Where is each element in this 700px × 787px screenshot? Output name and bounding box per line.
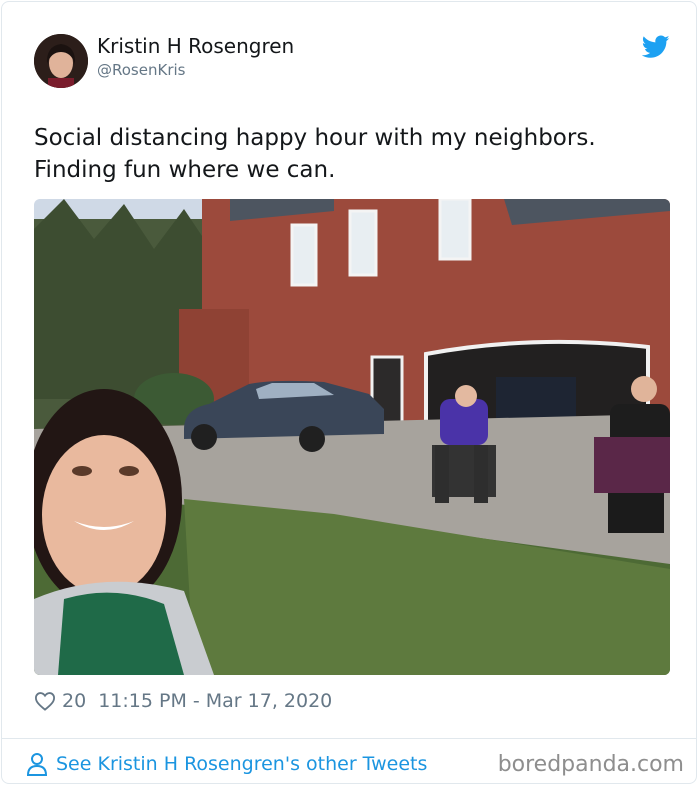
footer-divider (1, 738, 697, 739)
author-name[interactable]: Kristin H Rosengren (97, 34, 294, 58)
heart-icon[interactable] (34, 691, 56, 711)
other-tweets-link[interactable]: See Kristin H Rosengren's other Tweets (26, 750, 427, 778)
watermark: boredpanda.com (497, 752, 684, 777)
tweet-meta: 20 11:15 PM - Mar 17, 2020 (34, 688, 332, 714)
avatar[interactable] (34, 34, 88, 88)
tweet-text-line: Finding fun where we can. (34, 157, 336, 183)
tweet-timestamp[interactable]: 11:15 PM - Mar 17, 2020 (98, 690, 332, 712)
other-tweets-label[interactable]: See Kristin H Rosengren's other Tweets (56, 753, 427, 775)
tweet-text: Social distancing happy hour with my nei… (34, 122, 674, 186)
like-count[interactable]: 20 (62, 690, 86, 712)
tweet-text-line: Social distancing happy hour with my nei… (34, 125, 596, 151)
person-icon (26, 753, 48, 776)
twitter-bird-icon[interactable] (642, 35, 670, 59)
author-handle[interactable]: @RosenKris (97, 61, 185, 79)
tweet-photo[interactable] (34, 199, 670, 675)
tweet-card: Kristin H Rosengren @RosenKris Social di… (1, 1, 697, 784)
